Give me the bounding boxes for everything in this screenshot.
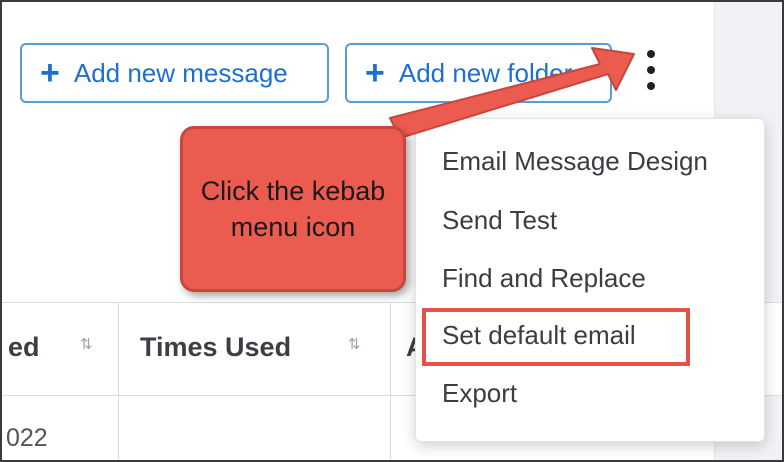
sort-icon[interactable]: ⇅ (80, 335, 93, 353)
kebab-dot (647, 66, 655, 74)
add-new-folder-label: Add new folder (398, 57, 573, 88)
menu-item-find-and-replace[interactable]: Find and Replace (442, 263, 646, 294)
menu-item-send-test[interactable]: Send Test (442, 205, 557, 236)
kebab-dropdown-menu: Email Message Design Send Test Find and … (415, 118, 765, 442)
column-divider (390, 302, 391, 460)
highlight-box (422, 308, 690, 366)
sort-icon[interactable]: ⇅ (348, 335, 361, 353)
kebab-dot (647, 82, 655, 90)
column-header-date-used[interactable]: ed (8, 332, 40, 363)
add-new-folder-button[interactable]: + Add new folder (345, 43, 612, 103)
column-header-times-used[interactable]: Times Used (140, 332, 291, 363)
add-new-message-button[interactable]: + Add new message (20, 43, 329, 103)
plus-icon: + (40, 54, 60, 92)
instruction-callout: Click the kebab menu icon (180, 126, 406, 292)
menu-item-export[interactable]: Export (442, 378, 517, 409)
column-divider (118, 302, 119, 460)
table-cell: 022 (6, 424, 48, 452)
plus-icon: + (365, 54, 385, 92)
callout-text: Click the kebab menu icon (200, 176, 386, 242)
add-new-message-label: Add new message (73, 57, 288, 88)
screenshot-frame: + Add new message + Add new folder ed ⇅ … (0, 0, 784, 462)
kebab-menu-icon[interactable] (638, 46, 664, 94)
menu-item-email-message-design[interactable]: Email Message Design (442, 146, 708, 177)
kebab-dot (647, 50, 655, 58)
